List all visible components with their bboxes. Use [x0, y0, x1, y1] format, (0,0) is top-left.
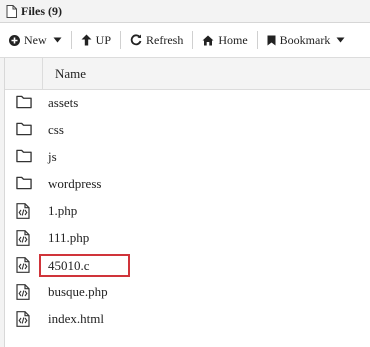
home-label: Home — [218, 32, 248, 47]
file-name: css — [48, 122, 64, 137]
file-name: busque.php — [48, 284, 108, 299]
list-item[interactable]: 45010.c — [5, 251, 370, 278]
file-name: assets — [48, 95, 79, 110]
panel-title: Files (9) — [21, 3, 62, 18]
code-file-icon — [16, 230, 32, 246]
list-item[interactable]: assets — [5, 89, 370, 116]
refresh-icon — [130, 34, 142, 46]
folder-icon — [16, 176, 32, 192]
code-file-icon — [16, 257, 32, 273]
arrow-up-icon — [81, 34, 92, 46]
rename-input[interactable]: 45010.c — [39, 254, 130, 277]
toolbar: New UP Refresh Home Bookmark — [0, 23, 370, 58]
bookmark-button[interactable]: Bookmark — [258, 23, 355, 57]
file-name: 1.php — [48, 203, 78, 218]
folder-icon — [16, 122, 32, 138]
bookmark-icon — [267, 35, 276, 46]
bookmark-label: Bookmark — [279, 32, 331, 47]
up-button[interactable]: UP — [72, 23, 120, 57]
file-manager-panel: Files (9) New UP Refresh Home Bookmark N… — [0, 0, 370, 347]
column-header-name[interactable]: Name — [55, 58, 86, 89]
caret-down-icon[interactable] — [336, 37, 345, 43]
code-file-icon — [16, 203, 32, 219]
code-file-icon — [16, 284, 32, 300]
new-label: New — [24, 32, 47, 47]
file-list: assets css js wordpress 1.php 111.php 45… — [5, 89, 370, 332]
list-item[interactable]: js — [5, 143, 370, 170]
folder-icon — [16, 149, 32, 165]
panel-titlebar: Files (9) — [0, 0, 370, 23]
refresh-button[interactable]: Refresh — [121, 23, 192, 57]
list-item[interactable]: index.html — [5, 305, 370, 332]
column-divider — [42, 58, 43, 89]
list-item[interactable]: busque.php — [5, 278, 370, 305]
list-item[interactable]: wordpress — [5, 170, 370, 197]
caret-down-icon[interactable] — [53, 37, 62, 43]
file-list-header: Name — [5, 58, 370, 90]
file-name: js — [48, 149, 57, 164]
file-name: wordpress — [48, 176, 102, 191]
file-name: index.html — [48, 311, 104, 326]
file-name: 111.php — [48, 230, 90, 245]
new-button[interactable]: New — [0, 23, 71, 57]
plus-circle-icon — [9, 34, 20, 46]
list-item[interactable]: 1.php — [5, 197, 370, 224]
home-icon — [202, 35, 214, 46]
file-icon — [6, 4, 17, 18]
refresh-label: Refresh — [146, 32, 184, 47]
up-label: UP — [95, 32, 112, 47]
folder-icon — [16, 95, 32, 111]
list-item[interactable]: 111.php — [5, 224, 370, 251]
list-item[interactable]: css — [5, 116, 370, 143]
home-button[interactable]: Home — [193, 23, 256, 57]
code-file-icon — [16, 311, 32, 327]
